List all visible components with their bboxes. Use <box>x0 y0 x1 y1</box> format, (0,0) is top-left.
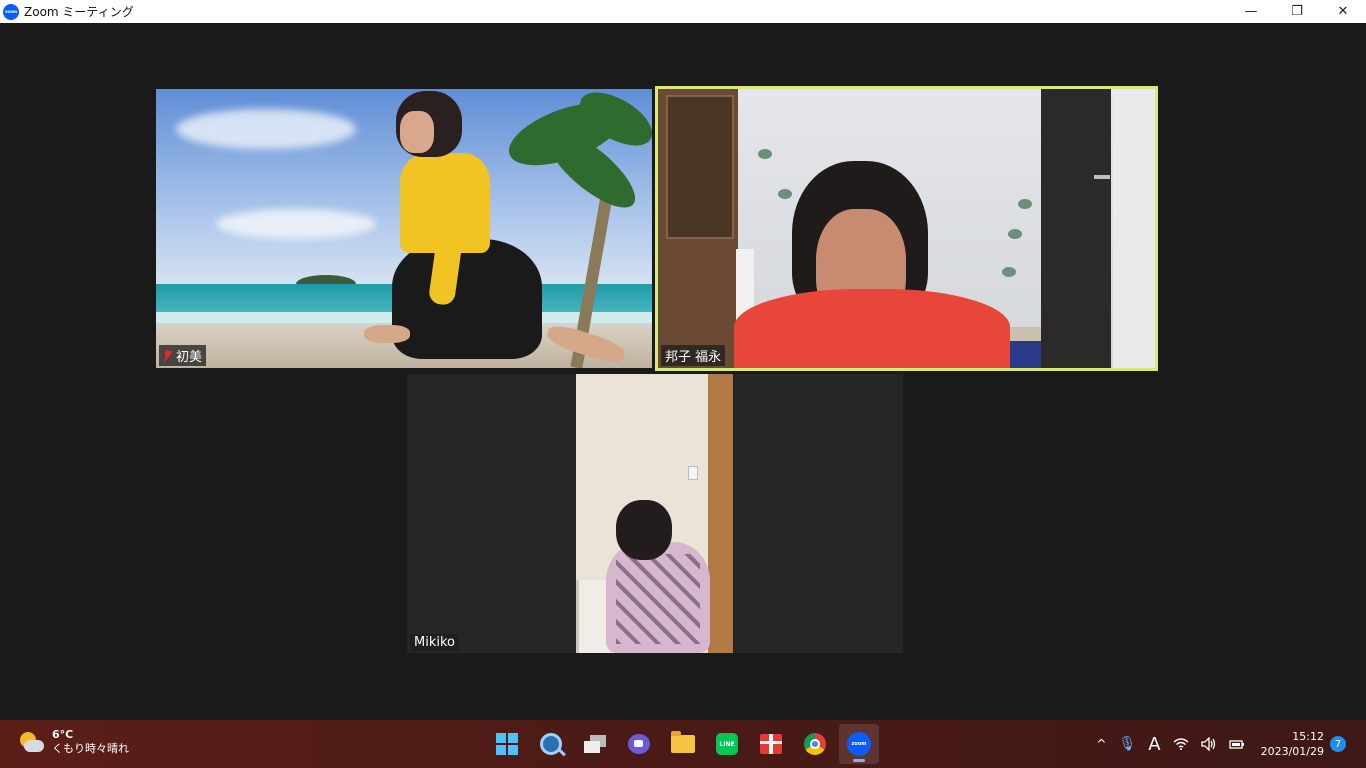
weather-temperature: 6°C <box>52 728 74 741</box>
video-tile-kuniko-active-speaker[interactable]: 邦子 福永 <box>655 86 1158 371</box>
wall-leaf-decal <box>758 149 772 159</box>
chrome-icon <box>804 733 826 755</box>
participant-video <box>576 374 733 653</box>
close-button[interactable]: ✕ <box>1320 0 1366 23</box>
window-title: Zoom ミーティング <box>24 5 134 19</box>
clock[interactable]: 15:12 2023/01/29 <box>1261 729 1324 759</box>
light-switch <box>688 466 698 480</box>
video-tile-hatsumi[interactable]: 初美 <box>156 89 652 368</box>
start-button[interactable] <box>487 724 527 764</box>
video-tile-mikiko[interactable]: Mikiko <box>407 374 903 653</box>
partly-cloudy-icon <box>18 730 44 754</box>
microphone-icon[interactable]: 🎙 <box>1118 736 1136 752</box>
search-button[interactable] <box>531 724 571 764</box>
participant-figure <box>392 239 542 359</box>
participant-name: 初美 <box>176 350 203 365</box>
gift-icon <box>760 734 782 754</box>
wall-leaf-decal <box>1002 267 1016 277</box>
windows-icon <box>496 733 518 755</box>
chrome-button[interactable] <box>795 724 835 764</box>
show-hidden-icons-chevron-icon[interactable]: ^ <box>1096 737 1106 751</box>
ime-indicator[interactable]: A <box>1148 734 1160 755</box>
zoom-icon: zoom <box>847 732 871 756</box>
weather-widget[interactable]: 6°C くもり時々晴れ <box>18 728 129 756</box>
line-icon: LINE <box>716 733 738 755</box>
cabinet-glass <box>666 95 734 239</box>
gift-app-button[interactable] <box>751 724 791 764</box>
door-handle <box>1094 175 1110 179</box>
taskbar: 6°C くもり時々晴れ LINE zoom ^ 🎙 A 15:12 2023/0… <box>0 720 1366 768</box>
chat-icon <box>628 734 650 754</box>
notification-badge[interactable]: 7 <box>1330 736 1346 752</box>
title-bar: zoom Zoom ミーティング — ❐ ✕ <box>0 0 1366 23</box>
weather-condition: くもり時々晴れ <box>52 742 129 755</box>
muted-mic-icon <box>163 349 172 362</box>
clock-time: 15:12 <box>1292 730 1324 743</box>
participant-name: Mikiko <box>414 635 455 650</box>
minimize-button[interactable]: — <box>1228 0 1274 23</box>
taskbar-apps: LINE zoom <box>487 724 879 764</box>
chat-button[interactable] <box>619 724 659 764</box>
restore-button[interactable]: ❐ <box>1274 0 1320 23</box>
zoom-app-button[interactable]: zoom <box>839 724 879 764</box>
participant-name-label: Mikiko <box>410 634 459 651</box>
participant-name-label: 初美 <box>159 345 207 366</box>
participant-figure <box>400 111 434 153</box>
wall-leaf-decal <box>1008 229 1022 239</box>
task-view-icon <box>584 735 606 753</box>
search-icon <box>540 733 562 755</box>
cloud <box>216 209 376 239</box>
cabinet <box>658 89 738 368</box>
participant-name: 邦子 福永 <box>665 350 722 365</box>
participant-name-label: 邦子 福永 <box>661 345 726 366</box>
participant-figure <box>734 289 1010 368</box>
meeting-gallery: 初美 邦子 福永 Mikiko <box>0 23 1366 720</box>
task-view-button[interactable] <box>575 724 615 764</box>
participant-figure <box>616 554 700 644</box>
zoom-app-icon: zoom <box>3 3 19 20</box>
wall-leaf-decal <box>1018 199 1032 209</box>
battery-icon[interactable] <box>1228 738 1245 750</box>
participant-figure <box>364 325 410 343</box>
participant-figure <box>616 500 672 560</box>
file-explorer-button[interactable] <box>663 724 703 764</box>
wall-leaf-decal <box>778 189 792 199</box>
folder-icon <box>671 731 695 753</box>
clock-date: 2023/01/29 <box>1260 745 1324 758</box>
wall <box>1113 89 1155 368</box>
door <box>1041 89 1111 368</box>
cloud <box>176 109 356 149</box>
volume-icon[interactable] <box>1200 737 1217 751</box>
stair-rail <box>576 580 609 653</box>
system-tray: ^ 🎙 A 15:12 2023/01/29 7 <box>1090 720 1366 768</box>
door <box>708 374 733 653</box>
window-controls: — ❐ ✕ <box>1228 0 1366 23</box>
wifi-icon[interactable] <box>1173 738 1189 750</box>
line-app-button[interactable]: LINE <box>707 724 747 764</box>
